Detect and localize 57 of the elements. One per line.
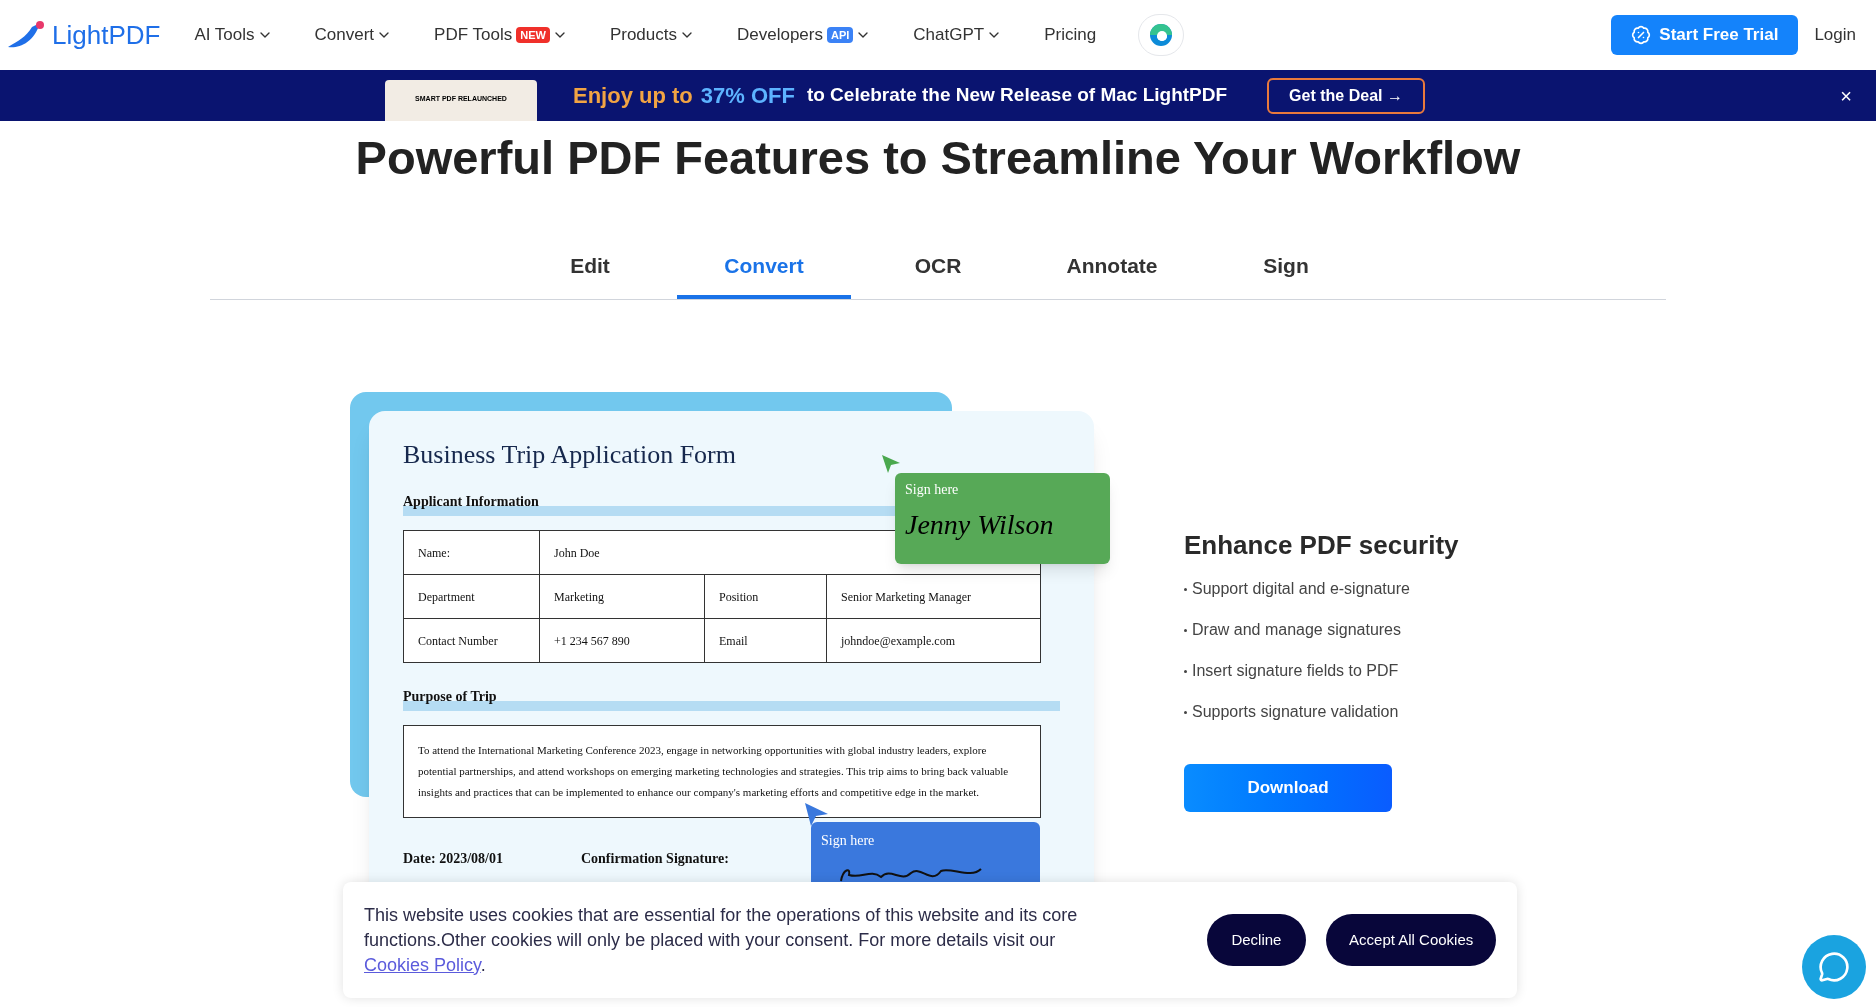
- form-cell: +1 234 567 890: [539, 618, 705, 663]
- form-cell: Email: [704, 618, 827, 663]
- feature-tab[interactable]: Convert: [677, 249, 851, 299]
- nav-item[interactable]: Convert: [314, 22, 393, 48]
- bullet-icon: [1184, 628, 1187, 632]
- bullet-icon: [1184, 710, 1187, 714]
- form-cell: Marketing: [539, 574, 705, 619]
- feature-tab[interactable]: Sign: [1199, 249, 1373, 299]
- feature-bullet: Support digital and e-signature: [1192, 579, 1410, 599]
- promo-highlight: Enjoy up to: [573, 82, 693, 110]
- section-heading: Purpose of Trip: [403, 693, 1060, 711]
- close-button[interactable]: ×: [1840, 80, 1852, 111]
- feature-bullet: Draw and manage signatures: [1192, 620, 1401, 640]
- form-cell: Contact Number: [403, 618, 540, 663]
- bullet-icon: [1184, 669, 1187, 673]
- form-cell: Name:: [403, 530, 540, 575]
- nav-item[interactable]: AI Tools: [194, 22, 273, 48]
- nav-link[interactable]: Pricing: [1044, 22, 1097, 48]
- decline-button[interactable]: Decline: [1206, 914, 1307, 966]
- bullet-icon: [1184, 587, 1187, 591]
- login-link[interactable]: Login: [1814, 22, 1856, 48]
- promo-discount: 37% OFF: [700, 82, 795, 110]
- sign-here-label: Sign here: [821, 832, 876, 850]
- chat-icon: [1818, 951, 1850, 983]
- feature-tab[interactable]: OCR: [851, 249, 1025, 299]
- form-cell: Senior Marketing Manager: [826, 574, 1041, 619]
- sign-here-label: Sign here: [905, 481, 960, 499]
- accept-all-cookies-button[interactable]: Accept All Cookies: [1326, 914, 1496, 966]
- purpose-text: To attend the International Marketing Conference 2023, engage in networking opportunities with global industry leaders, explore potential partnerships, and attend workshops on emerging marketing technologies and strategies. This trip aims to bring back valuable insights and practices that can be implemented to enhance our company's marketing efforts and competitive edge in the market.: [403, 725, 1041, 818]
- page-heading: Powerful PDF Features to Streamline Your Workflow: [354, 130, 1522, 186]
- get-the-deal-button[interactable]: Get the Deal →: [1267, 77, 1425, 114]
- discount-icon: [1631, 25, 1652, 45]
- download-button[interactable]: Download: [1184, 764, 1392, 812]
- nav-badge: NEW: [516, 27, 550, 43]
- promo-text: to Celebrate the New Release of Mac LightPDF: [806, 83, 1228, 108]
- start-free-trial-button[interactable]: Start Free Trial: [1611, 15, 1799, 55]
- confirmation-label: Confirmation Signature:: [580, 850, 729, 868]
- feature-bullet: Supports signature validation: [1192, 702, 1399, 722]
- cookie-text: This website uses cookies that are essential for the operations of this website and its core functions.Other cookies will only be placed with your consent. For more details visit our Cookies Policy.: [364, 903, 1079, 977]
- feature-title: Enhance PDF security: [1184, 529, 1459, 562]
- cursor-icon: [880, 453, 902, 475]
- logo-text[interactable]: LightPDF: [52, 15, 161, 55]
- nav-item[interactable]: Products: [609, 22, 695, 48]
- nav-badge: API: [826, 27, 854, 43]
- nav-item[interactable]: PDF Tools NEW: [434, 22, 568, 48]
- browser-logo-icon: [1149, 23, 1174, 47]
- feature-tab[interactable]: Annotate: [1025, 249, 1199, 299]
- form-title: Business Trip Application Form: [403, 439, 736, 471]
- date-label: Date: 2023/08/01: [403, 850, 503, 868]
- nav-item[interactable]: ChatGPT: [913, 22, 1003, 48]
- form-cell: johndoe@example.com: [826, 618, 1041, 663]
- form-cell: Position: [704, 574, 827, 619]
- form-cell: Department: [403, 574, 540, 619]
- cookies-policy-link[interactable]: Cookies Policy: [364, 954, 481, 975]
- nav-item[interactable]: Developers API: [736, 22, 872, 48]
- feature-tab[interactable]: Edit: [503, 249, 677, 299]
- feature-bullet: Insert signature fields to PDF: [1192, 661, 1399, 681]
